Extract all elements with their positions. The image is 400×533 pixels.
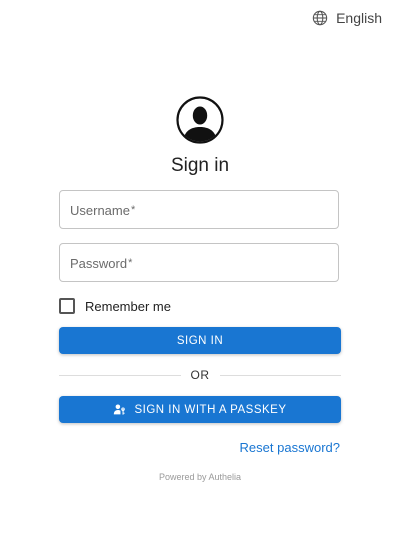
passkey-button-label: SIGN IN WITH A PASSKEY xyxy=(134,403,287,416)
user-avatar-icon xyxy=(176,96,224,144)
or-divider: OR xyxy=(59,366,341,384)
divider-line-right xyxy=(219,374,341,376)
checkbox-box[interactable] xyxy=(59,298,75,314)
remember-me-checkbox[interactable]: Remember me xyxy=(59,298,171,314)
powered-by-footer: Powered by Authelia xyxy=(158,472,242,482)
language-label: English xyxy=(336,10,382,26)
divider-label: OR xyxy=(190,368,210,382)
reset-password-link[interactable]: Reset password? xyxy=(240,440,340,455)
password-field[interactable]: Password* xyxy=(59,243,339,282)
username-label: Username* xyxy=(70,203,136,218)
remember-me-label: Remember me xyxy=(85,298,171,314)
sign-in-button-label: SIGN IN xyxy=(176,334,224,347)
passkey-icon xyxy=(114,404,126,415)
sign-in-button[interactable]: SIGN IN xyxy=(59,327,341,354)
passkey-sign-in-button[interactable]: SIGN IN WITH A PASSKEY xyxy=(59,396,341,423)
divider-line-left xyxy=(59,374,181,376)
username-field[interactable]: Username* xyxy=(59,190,339,229)
page-title: Sign in xyxy=(170,155,230,176)
language-selector[interactable]: English xyxy=(312,10,382,26)
login-page: English Sign in Username* Password* Reme… xyxy=(0,0,400,533)
globe-icon xyxy=(312,10,328,26)
password-label: Password* xyxy=(70,256,133,271)
